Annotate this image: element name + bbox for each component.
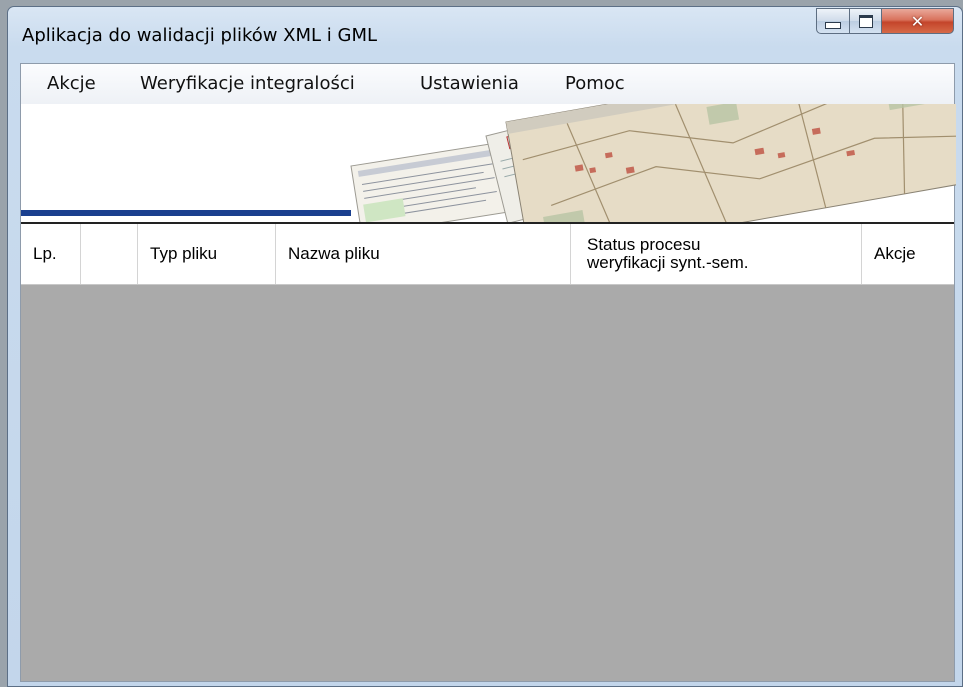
column-header-lp[interactable]: Lp. [21,224,81,284]
menu-item-weryfikacje[interactable]: Weryfikacje integralości [134,64,361,104]
map-banner-image [326,104,956,223]
column-label-nazwa-pliku: Nazwa pliku [288,244,380,263]
column-label-typ-pliku: Typ pliku [150,244,218,263]
column-label-lp: Lp. [33,244,57,263]
column-header-blank[interactable] [81,224,138,284]
column-label-status-line2: weryfikacji synt.-sem. [587,253,749,272]
files-grid[interactable]: Lp. Typ pliku Nazwa pliku Status procesu… [21,222,954,681]
menu-item-ustawienia[interactable]: Ustawienia [414,64,525,104]
maximize-button[interactable] [850,8,882,34]
title-bar[interactable]: Aplikacja do walidacji plików XML i GML … [8,7,962,63]
maximize-icon [858,14,873,28]
minimize-icon [825,21,841,29]
window-title: Aplikacja do walidacji plików XML i GML [22,25,378,46]
client-area: Akcje Weryfikacje integralości Ustawieni… [20,63,956,682]
menu-item-pomoc[interactable]: Pomoc [559,64,631,104]
banner-accent-line [21,210,351,216]
grid-header: Lp. Typ pliku Nazwa pliku Status procesu… [21,224,954,285]
column-label-status-line1: Status procesu [587,235,701,254]
column-header-typ-pliku[interactable]: Typ pliku [138,224,276,284]
menu-bar: Akcje Weryfikacje integralości Ustawieni… [21,64,954,104]
close-button[interactable]: ✕ [882,8,954,34]
caption-buttons: ✕ [816,8,954,34]
column-header-status[interactable]: Status procesu weryfikacji synt.-sem. [571,224,862,284]
column-header-nazwa-pliku[interactable]: Nazwa pliku [276,224,571,284]
column-label-akcje: Akcje [874,244,916,263]
column-header-akcje[interactable]: Akcje [862,224,954,284]
application-window: Aplikacja do walidacji plików XML i GML … [7,6,963,687]
column-label-status: Status procesu weryfikacji synt.-sem. [587,236,749,272]
close-icon: ✕ [910,11,925,31]
minimize-button[interactable] [816,8,850,34]
menu-item-akcje[interactable]: Akcje [41,64,102,104]
